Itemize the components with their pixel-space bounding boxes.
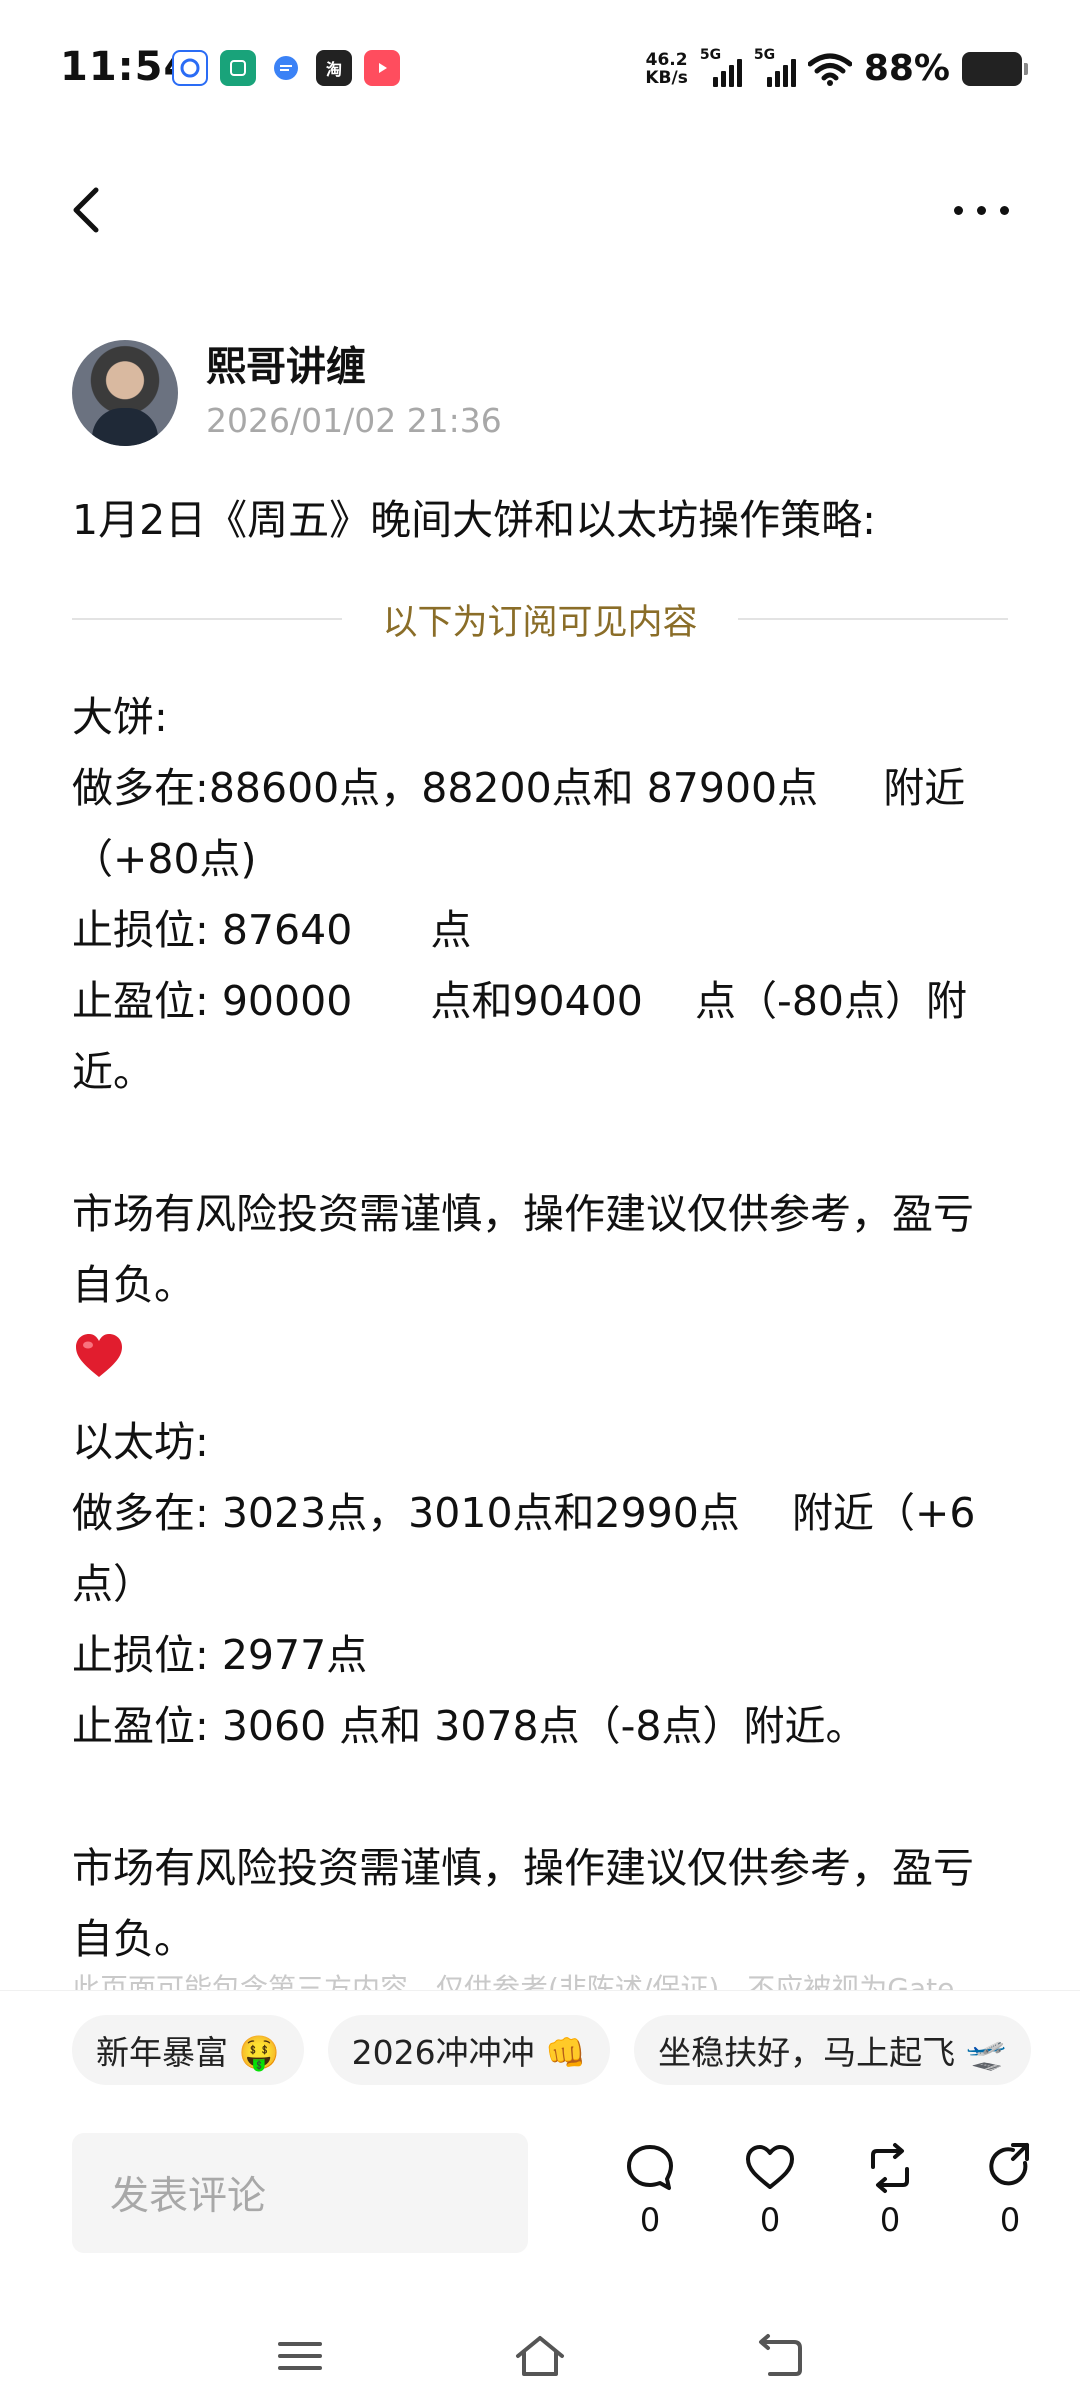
notification-icons: 淘	[172, 50, 400, 86]
back-arrow-icon[interactable]	[60, 180, 120, 240]
bottom-bar: 新年暴富 🤑 2026冲冲冲 👊 坐稳扶好，马上起飞 🛫 发表评论 0 0 0	[0, 1990, 1080, 2400]
taobao-glyph: 淘	[325, 60, 342, 79]
network-speed-value: 46.2	[645, 49, 688, 70]
like-count: 0	[759, 2201, 781, 2239]
red-heart-icon	[76, 1334, 122, 1377]
topic-tag[interactable]: 2026冲冲冲 👊	[327, 2015, 611, 2085]
risk-disclaimer-2: 市场有风险投资需谨慎，操作建议仅供参考，盈亏自负。	[72, 1844, 974, 1963]
topic-tag[interactable]: 新年暴富 🤑	[72, 2015, 304, 2085]
post-actions: 0 0 0 0	[590, 2141, 1070, 2239]
topic-tag[interactable]: 坐稳扶好，马上起飞 🛫	[634, 2015, 1031, 2085]
author-info: 熙哥讲缠 2026/01/02 21:36	[206, 341, 502, 445]
eth-stop-loss: 止损位: 2977点	[72, 1631, 368, 1679]
like-button[interactable]: 0	[710, 2141, 830, 2239]
post-title: 1月2日《周五》晚间大饼和以太坊操作策略:	[72, 496, 876, 544]
post-body: 大饼: 做多在:88600点，88200点和 87900点 附近（+80点) 止…	[72, 682, 1012, 1975]
wifi-icon	[807, 53, 852, 86]
eth-header: 以太坊:	[72, 1418, 209, 1466]
risk-disclaimer-1: 市场有风险投资需谨慎，操作建议仅供参考，盈亏自负。	[72, 1190, 974, 1309]
share-button[interactable]: 0	[950, 2141, 1070, 2239]
top-nav	[0, 160, 1080, 260]
status-bar: 11:54 淘 46.2 KB/s 5G 5G 88%	[0, 0, 1080, 140]
repost-count: 0	[879, 2201, 901, 2239]
signal-icon: 5G	[700, 47, 742, 87]
network-speed-unit: KB/s	[645, 67, 688, 88]
back-nav-icon[interactable]	[750, 2328, 810, 2384]
subscriber-divider: 以下为订阅可见内容	[72, 590, 1008, 648]
menu-icon[interactable]	[270, 2328, 330, 2384]
more-options-icon[interactable]	[936, 180, 1026, 240]
status-indicators: 46.2 KB/s 5G 5G 88%	[645, 47, 1028, 89]
avatar[interactable]	[72, 340, 178, 446]
divider-line-right	[738, 618, 1008, 620]
baidu-icon	[172, 50, 208, 86]
eth-take-profit: 止盈位: 3060 点和 3078点（-8点）附近。	[72, 1702, 867, 1750]
video-icon	[364, 50, 400, 86]
network-speed: 46.2 KB/s	[645, 51, 687, 87]
signal-icon-2: 5G	[754, 47, 796, 87]
topic-tags: 新年暴富 🤑 2026冲冲冲 👊 坐稳扶好，马上起飞 🛫	[72, 2015, 1080, 2085]
comment-button[interactable]: 0	[590, 2141, 710, 2239]
comment-icon	[627, 2145, 673, 2190]
comment-count: 0	[639, 2201, 661, 2239]
share-count: 0	[999, 2201, 1021, 2239]
message-icon	[268, 50, 304, 86]
comment-input[interactable]: 发表评论	[72, 2133, 528, 2253]
author-name[interactable]: 熙哥讲缠	[206, 341, 502, 393]
author-header[interactable]: 熙哥讲缠 2026/01/02 21:36	[72, 340, 502, 446]
battery-icon	[962, 51, 1028, 86]
btc-header: 大饼:	[72, 693, 168, 741]
repost-button[interactable]: 0	[830, 2141, 950, 2239]
home-icon[interactable]	[510, 2328, 570, 2384]
mini-program-icon	[220, 50, 256, 86]
share-icon	[989, 2143, 1029, 2186]
eth-long-entry: 做多在: 3023点，3010点和2990点 附近（+6点）	[72, 1489, 976, 1608]
system-nav-bar	[0, 2316, 1080, 2396]
btc-long-entry: 做多在:88600点，88200点和 87900点 附近（+80点)	[72, 764, 966, 883]
post-timestamp: 2026/01/02 21:36	[206, 401, 502, 440]
taobao-icon: 淘	[316, 50, 352, 86]
repost-icon	[871, 2143, 909, 2193]
btc-stop-loss: 止损位: 87640 点	[72, 906, 472, 954]
btc-take-profit: 止盈位: 90000 点和90400 点（-80点）附近。	[72, 977, 967, 1096]
battery-percent: 88%	[863, 48, 950, 89]
heart-outline-icon	[746, 2145, 794, 2189]
